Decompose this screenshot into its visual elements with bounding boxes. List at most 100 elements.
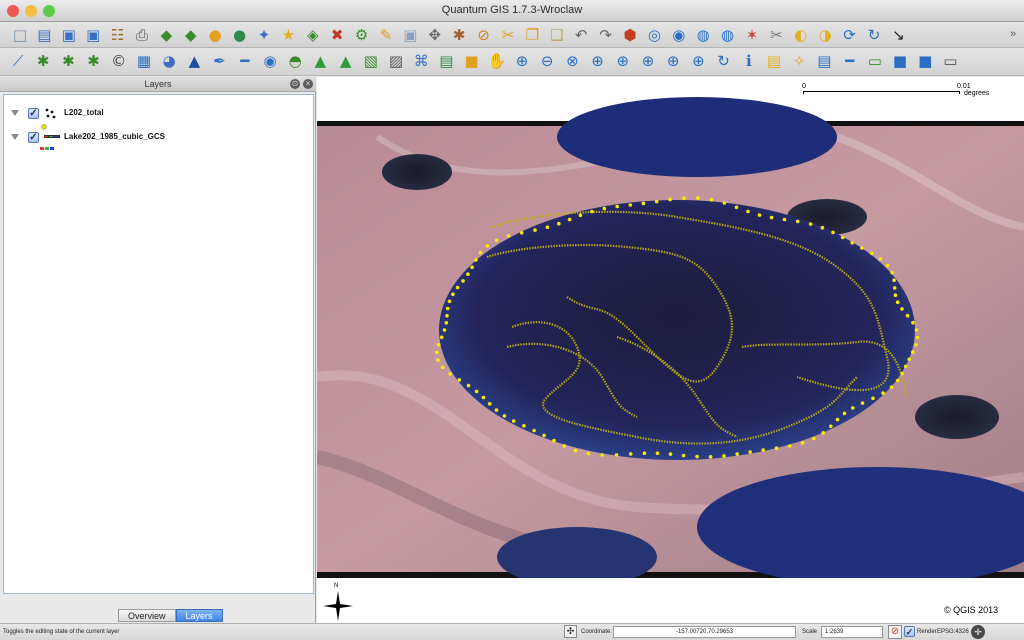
grid-plugin-icon[interactable]: ▦ [134, 51, 154, 71]
shoreline-point [860, 401, 865, 405]
stop-render-icon[interactable]: ⊘ [888, 625, 902, 639]
zoom-in-icon[interactable]: ⊕ [512, 51, 532, 71]
delete-selected-icon[interactable]: ⊘ [474, 25, 494, 45]
coordinate-field[interactable]: -157.00720,70.29653 [613, 626, 796, 638]
raster-terrain-icon[interactable]: ▨ [386, 51, 406, 71]
coordinate-toggle-icon[interactable]: ✣ [564, 625, 577, 638]
contour-icon[interactable]: ▧ [361, 51, 381, 71]
zoom-layer-icon[interactable]: ⊕ [613, 51, 633, 71]
expand-arrow-icon[interactable] [11, 110, 19, 116]
table-manager-icon[interactable]: ▤ [436, 51, 456, 71]
rotate-symbol-icon[interactable]: ⟳ [840, 25, 860, 45]
float-panel-icon[interactable]: ⊙ [290, 79, 300, 89]
open-project-icon[interactable]: ▤ [34, 25, 54, 45]
add-postgis-icon[interactable]: ● [205, 25, 225, 45]
layer-row-raster[interactable]: ✓ Lake202_1985_cubic_GCS [4, 131, 313, 150]
layer-visibility-checkbox[interactable]: ✓ [28, 108, 39, 119]
layer-tree[interactable]: ✓ L202_total ✓ Lake202_1985_cubic_GCS [3, 94, 314, 594]
undo-icon[interactable]: ↶ [571, 25, 591, 45]
scale-field[interactable]: 1:2639 [821, 626, 883, 638]
merge-attributes-icon[interactable]: ◑ [815, 25, 835, 45]
move-feature-icon[interactable]: ✥ [425, 25, 445, 45]
georeferencer-icon[interactable]: ◕ [159, 51, 179, 71]
add-wfs-icon[interactable]: ★ [278, 25, 298, 45]
python-console-icon[interactable]: ⚙ [352, 25, 372, 45]
copyright-label-icon[interactable]: © [109, 51, 129, 71]
new-bookmark-icon[interactable]: ■ [890, 51, 910, 71]
interpolation-icon[interactable]: ◓ [285, 51, 305, 71]
identify-icon[interactable]: ℹ [739, 51, 759, 71]
scale-bar-start-label: 0 [802, 83, 806, 90]
zoom-last-icon[interactable]: ⊕ [638, 51, 658, 71]
delete-part-icon[interactable]: ◍ [718, 25, 738, 45]
simplify-icon[interactable]: ⬢ [620, 25, 640, 45]
map-tips-icon[interactable]: ▤ [764, 51, 784, 71]
plugin-c-icon[interactable]: ✱ [84, 51, 104, 71]
gps-tools-icon[interactable]: ◉ [260, 51, 280, 71]
add-part-icon[interactable]: ◉ [669, 25, 689, 45]
crs-status-icon[interactable]: ✛ [971, 625, 985, 639]
render-checkbox[interactable]: ✓ [904, 626, 915, 637]
show-bookmarks-icon[interactable]: ■ [915, 51, 935, 71]
reshape-icon[interactable]: ✶ [742, 25, 762, 45]
text-annotation-icon[interactable]: ▭ [940, 51, 960, 71]
coordinate-capture-icon[interactable]: ✒ [210, 51, 230, 71]
zoom-full-icon[interactable]: ⊗ [562, 51, 582, 71]
add-raster-icon[interactable]: ◆ [181, 25, 201, 45]
new-project-icon[interactable]: □ [10, 25, 30, 45]
new-layer-icon[interactable]: ◈ [303, 25, 323, 45]
annotation-icon[interactable]: ▭ [865, 51, 885, 71]
pan-icon[interactable]: ✋ [487, 51, 507, 71]
add-vector-icon[interactable]: ◆ [156, 25, 176, 45]
layer-row-points[interactable]: ✓ L202_total [4, 107, 313, 130]
split-features-icon[interactable]: ✂ [766, 25, 786, 45]
select-features-icon[interactable]: ✧ [789, 51, 809, 71]
terrain-icon[interactable]: ▲ [336, 51, 356, 71]
delete-ring-icon[interactable]: ◍ [693, 25, 713, 45]
north-arrow-icon[interactable]: ▲ [184, 51, 204, 71]
node-tool-icon[interactable]: ✱ [449, 25, 469, 45]
tab-overview[interactable]: Overview [118, 609, 176, 622]
paste-features-icon[interactable]: ❑ [547, 25, 567, 45]
close-panel-icon[interactable]: × [303, 79, 313, 89]
spatial-query-icon[interactable]: ⌘ [411, 51, 431, 71]
merge-features-icon[interactable]: ◐ [791, 25, 811, 45]
print-icon[interactable]: ⎙ [132, 25, 152, 45]
shoreline-point [600, 453, 604, 457]
zoom-out-icon[interactable]: ⊖ [537, 51, 557, 71]
refresh-icon[interactable]: ↻ [714, 51, 734, 71]
help-contents-icon[interactable]: ↻ [864, 25, 884, 45]
scale-bar-icon[interactable]: ━ [235, 51, 255, 71]
attribute-table-icon[interactable]: ▤ [814, 51, 834, 71]
add-wms-icon[interactable]: ✦ [254, 25, 274, 45]
remove-layer-icon[interactable]: ✖ [327, 25, 347, 45]
cut-features-icon[interactable]: ✂ [498, 25, 518, 45]
toolbar-overflow-icon[interactable]: » [1010, 28, 1016, 40]
shoreline-point [903, 364, 908, 369]
print-composer-icon[interactable]: ☷ [108, 25, 128, 45]
add-spatialite-icon[interactable]: ● [230, 25, 250, 45]
digitize-line-icon[interactable]: ⟋ [8, 51, 28, 71]
crs-label[interactable]: EPSG:4326 [937, 629, 969, 635]
measure-icon[interactable]: ━ [840, 51, 860, 71]
map-canvas[interactable]: 0 0.01 degrees N © QGIS 2013 [317, 77, 1024, 623]
zoom-next-icon[interactable]: ⊕ [663, 51, 683, 71]
save-edits-icon[interactable]: ▣ [400, 25, 420, 45]
copy-features-icon[interactable]: ❐ [522, 25, 542, 45]
heatmap-icon[interactable]: ▲ [310, 51, 330, 71]
plugin-a-icon[interactable]: ✱ [33, 51, 53, 71]
plugin-b-icon[interactable]: ✱ [58, 51, 78, 71]
redo-icon[interactable]: ↷ [596, 25, 616, 45]
pencil-edit-icon[interactable]: ✎ [376, 25, 396, 45]
expand-arrow-icon[interactable] [11, 134, 19, 140]
zoom-actual-icon[interactable]: ⊕ [688, 51, 708, 71]
save-project-icon[interactable]: ▣ [59, 25, 79, 45]
oracle-raster-icon[interactable]: ■ [462, 51, 482, 71]
shoreline-point [474, 389, 479, 394]
add-ring-icon[interactable]: ◎ [644, 25, 664, 45]
zoom-selection-icon[interactable]: ⊕ [588, 51, 608, 71]
layer-visibility-checkbox[interactable]: ✓ [28, 132, 39, 143]
whats-this-icon[interactable]: ↘ [888, 25, 908, 45]
save-as-icon[interactable]: ▣ [83, 25, 103, 45]
tab-layers[interactable]: Layers [175, 609, 223, 622]
